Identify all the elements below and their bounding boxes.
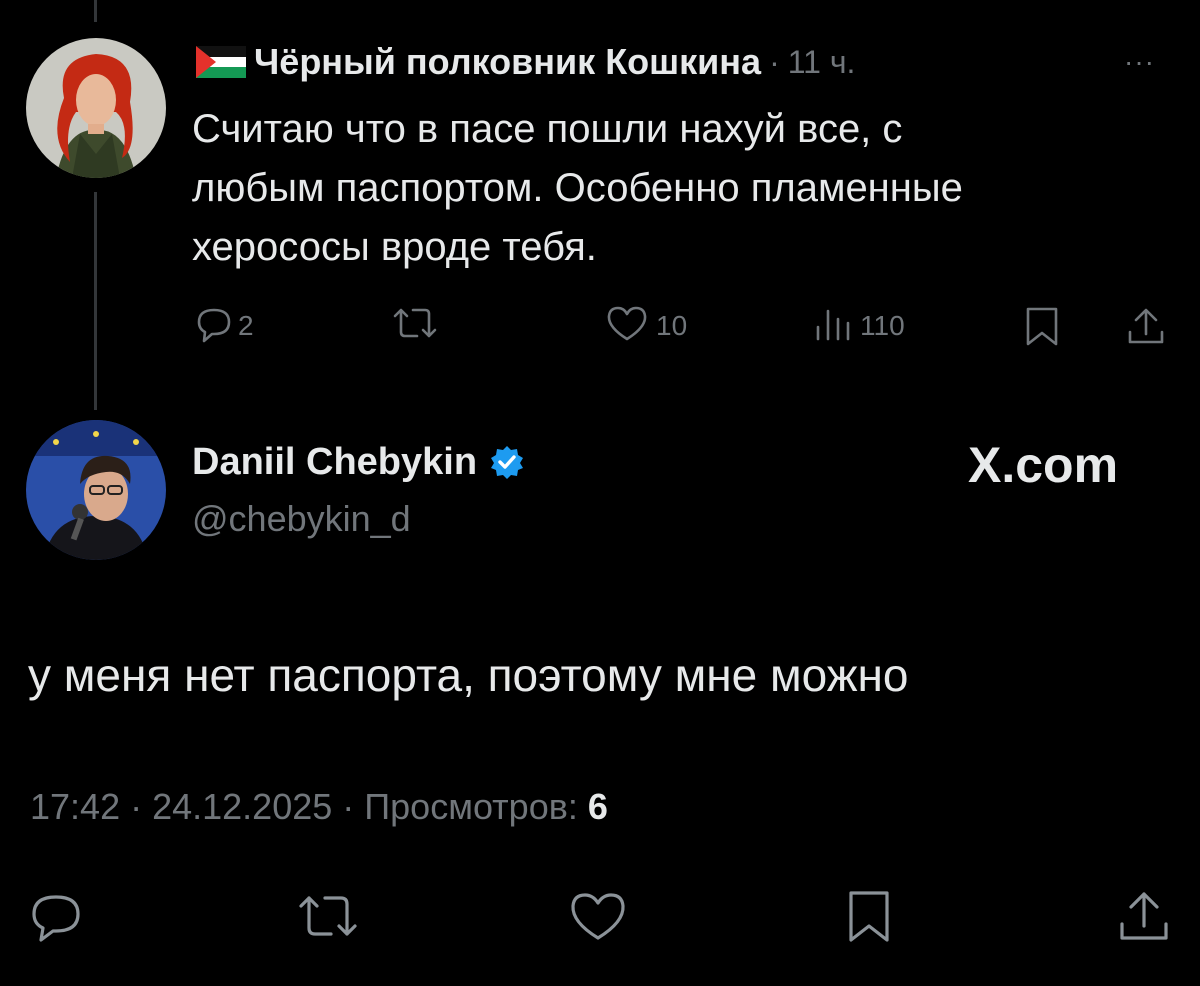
retweet-icon [392,301,438,352]
reply-like-button[interactable]: 10 [604,304,687,348]
reply-time[interactable]: 11 ч. [788,44,856,81]
tweet-meta: 17:42 · 24.12.2025 · Просмотров: 6 [30,786,608,828]
main-bookmark-button[interactable] [844,886,894,946]
views-count: 110 [860,310,905,341]
main-author-handle[interactable]: @chebykin_d [192,498,411,540]
main-author-name[interactable]: Daniil Chebykin [192,441,477,484]
reply-text-line-3: херососы вроде тебя. [192,225,597,269]
more-options-button[interactable]: ··· [1124,46,1155,78]
reply-bookmark-button[interactable] [1022,304,1062,348]
bookmark-icon [849,891,889,942]
thread-line-top [94,0,97,22]
like-count: 10 [656,310,688,341]
verified-badge-icon [489,444,525,480]
bookmark-icon [1026,307,1058,346]
x-logo[interactable]: X.com [968,436,1118,494]
reply-tweet-header: Чёрный полковник Кошкина · 11 ч. [196,38,855,86]
reply-replies-button[interactable]: 2 [192,304,254,348]
views-label: Просмотров: [364,786,578,827]
views-count-main: 6 [587,786,608,827]
meta-separator-2: · [342,786,355,827]
reply-text-line-2: любым паспортом. Особенно пламенные [192,166,963,210]
main-author-avatar[interactable] [26,420,166,560]
share-icon [1128,308,1164,344]
reply-views-button[interactable]: 110 [814,304,905,348]
reply-retweet-button[interactable] [392,304,448,348]
main-like-button[interactable] [566,886,630,946]
thread-line-bottom [94,192,97,410]
reply-author-avatar[interactable] [26,38,166,178]
reply-count: 2 [238,310,254,341]
main-reply-button[interactable] [26,886,86,946]
share-icon [1120,892,1168,940]
retweet-icon [299,896,357,936]
heart-icon [571,893,625,940]
main-tweet-header: Daniil Chebykin [192,438,525,486]
reply-text-line-1: Считаю что в пасе пошли нахуй все, с [192,107,903,151]
reply-author-name[interactable]: Чёрный полковник Кошкина [254,41,761,83]
main-tweet-text: у меня нет паспорта, поэтому мне можно [28,649,909,701]
reply-separator: · [769,43,780,80]
reply-tweet-text: Считаю что в пасе пошли нахуй все, с люб… [192,100,1172,277]
reply-icon [192,301,236,352]
reply-share-button[interactable] [1124,304,1168,348]
main-retweet-button[interactable] [296,886,360,946]
reply-icon [32,895,80,942]
tweet-time[interactable]: 17:42 [30,786,120,828]
palestine-flag-icon [196,46,246,78]
meta-separator-1: · [130,786,143,827]
heart-icon [604,301,650,352]
tweet-date[interactable]: 24.12.2025 [152,786,332,828]
main-share-button[interactable] [1114,886,1174,946]
views-icon [814,301,854,352]
